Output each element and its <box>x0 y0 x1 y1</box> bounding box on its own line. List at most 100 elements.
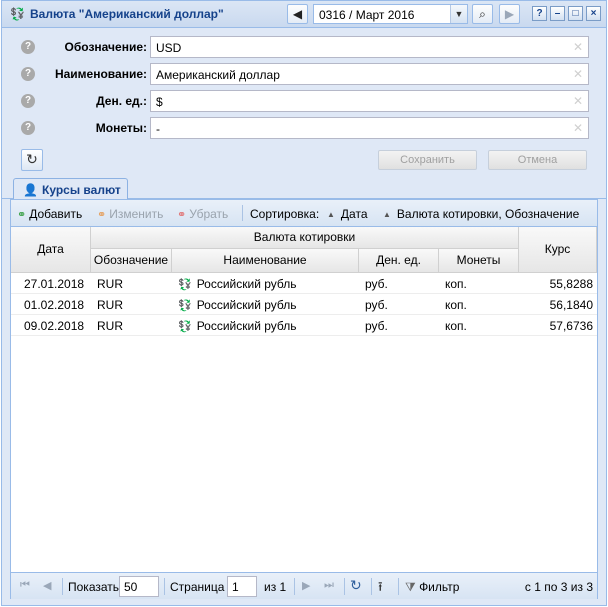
col-header-unit[interactable]: Ден. ед. <box>359 249 439 273</box>
cell-coins: коп. <box>445 319 467 333</box>
table-row[interactable]: 09.02.2018 RUR 💱 Российский рубль руб. ко… <box>11 315 597 336</box>
title-bar: 💱 Валюта "Американский доллар" ◀ 0316 / … <box>2 1 606 28</box>
search-period-button[interactable]: ⌕ <box>472 4 493 24</box>
search-icon: ⌕ <box>479 7 486 21</box>
period-value: 0316 / Март 2016 <box>319 8 415 22</box>
unit-value: $ <box>156 95 163 109</box>
clear-icon[interactable]: ✕ <box>573 94 583 108</box>
cell-unit: руб. <box>365 277 388 291</box>
add-button[interactable]: ⚭ Добавить <box>17 207 82 221</box>
cell-code: RUR <box>97 277 123 291</box>
cell-name: 💱 Российский рубль <box>178 319 297 333</box>
clear-icon[interactable]: ✕ <box>573 121 583 135</box>
col-header-date[interactable]: Дата <box>11 227 91 273</box>
rates-grid-panel: ⚭ Добавить ⚭ Изменить ⚭ Убрать Сортировка: … <box>10 199 598 599</box>
currency-window: 💱 Валюта "Американский доллар" ◀ 0316 / … <box>1 0 607 606</box>
table-row[interactable]: 01.02.2018 RUR 💱 Российский рубль руб. ко… <box>11 294 597 315</box>
col-header-group: Валюта котировки <box>91 227 519 249</box>
close-icon: × <box>590 8 597 19</box>
cell-date: 27.01.2018 <box>24 277 85 291</box>
paging-summary: с 1 по 3 из 3 <box>524 580 593 594</box>
maximize-button[interactable]: □ <box>568 6 583 21</box>
minimize-button[interactable]: – <box>550 6 565 21</box>
paging-separator <box>344 578 345 595</box>
edit-button[interactable]: ⚭ Изменить <box>97 207 163 221</box>
prev-period-button[interactable]: ◀ <box>287 4 308 24</box>
prev-page-icon[interactable]: ◀ <box>43 579 51 592</box>
page-number-input[interactable]: 1 <box>227 576 257 597</box>
page-number-value: 1 <box>232 580 239 594</box>
minimize-icon: – <box>554 8 561 19</box>
currency-icon: 💱 <box>178 321 192 333</box>
code-value: USD <box>156 41 182 55</box>
close-button[interactable]: × <box>586 6 601 21</box>
unit-field[interactable]: $ ✕ <box>150 90 589 112</box>
sort-item-date[interactable]: ▲ Дата <box>327 207 368 221</box>
link-add-icon: ⚭ <box>17 209 27 221</box>
paging-separator <box>294 578 295 595</box>
export-icon[interactable]: ⭱ <box>378 578 383 600</box>
name-value: Американский доллар <box>156 68 280 82</box>
cell-name: 💱 Российский рубль <box>178 277 297 291</box>
cancel-button[interactable]: Отмена <box>488 150 587 170</box>
paging-separator <box>371 578 372 595</box>
help-icon[interactable]: ? <box>21 94 35 108</box>
sort-item-currency[interactable]: ▲ Валюта котировки, Обозначение <box>383 207 579 221</box>
help-icon[interactable]: ? <box>21 40 35 54</box>
refresh-icon: ↻ <box>26 151 38 167</box>
cell-date: 01.02.2018 <box>24 298 85 312</box>
window-title: Валюта "Американский доллар" <box>30 7 224 21</box>
col-header-coins[interactable]: Монеты <box>439 249 519 273</box>
table-row[interactable]: 27.01.2018 RUR 💱 Российский рубль руб. ко… <box>11 273 597 294</box>
currency-icon: 💱 <box>178 279 192 291</box>
next-period-button[interactable]: ▶ <box>499 4 520 24</box>
currency-icon: 💱 <box>178 300 192 312</box>
last-page-icon[interactable]: ⏭ <box>324 579 334 592</box>
page-size-value: 50 <box>124 580 138 594</box>
maximize-icon: □ <box>572 8 579 19</box>
sort-asc-icon: ▲ <box>327 210 335 219</box>
page-count: из 1 <box>264 580 287 594</box>
coins-value: - <box>156 122 160 136</box>
name-field[interactable]: Американский доллар ✕ <box>150 63 589 85</box>
cell-coins: коп. <box>445 277 467 291</box>
cell-rate: 56,1840 <box>549 298 593 312</box>
col-header-code[interactable]: Обозначение <box>91 249 172 273</box>
cell-unit: руб. <box>365 298 388 312</box>
add-label: Добавить <box>29 207 83 221</box>
name-label: Наименование: <box>54 67 147 81</box>
help-icon[interactable]: ? <box>21 67 35 81</box>
first-page-icon[interactable]: ⏮ <box>20 579 30 592</box>
form-row-name: ? Наименование: Американский доллар ✕ <box>2 63 606 85</box>
clear-icon[interactable]: ✕ <box>573 40 583 54</box>
refresh-icon[interactable]: ↻ <box>350 577 362 594</box>
filter-button[interactable]: ⧩ Фильтр <box>405 580 459 595</box>
clear-icon[interactable]: ✕ <box>573 67 583 81</box>
page-size-input[interactable]: 50 <box>119 576 159 597</box>
save-button[interactable]: Сохранить <box>378 150 477 170</box>
code-label: Обозначение: <box>64 40 147 54</box>
coins-label: Монеты: <box>95 121 147 135</box>
cell-code: RUR <box>97 319 123 333</box>
cell-unit: руб. <box>365 319 388 333</box>
form-row-coins: ? Монеты: - ✕ <box>2 117 606 139</box>
paging-toolbar: ⏮ ◀ Показать 50 Страница 1 из 1 ▶ ⏭ ↻ ⭱ … <box>11 572 597 599</box>
refresh-button[interactable]: ↻ <box>21 149 43 171</box>
help-icon[interactable]: ? <box>21 121 35 135</box>
next-page-icon[interactable]: ▶ <box>302 579 310 592</box>
chevron-down-icon[interactable]: ▼ <box>450 5 467 23</box>
col-header-name[interactable]: Наименование <box>172 249 359 273</box>
code-field[interactable]: USD ✕ <box>150 36 589 58</box>
cell-coins: коп. <box>445 298 467 312</box>
link-edit-icon: ⚭ <box>97 209 107 221</box>
form-row-unit: ? Ден. ед.: $ ✕ <box>2 90 606 112</box>
sort-item-date-label: Дата <box>340 207 368 221</box>
col-header-rate[interactable]: Курс <box>519 227 597 273</box>
grid-toolbar: ⚭ Добавить ⚭ Изменить ⚭ Убрать Сортировка: … <box>11 200 597 227</box>
cell-name-text: Российский рубль <box>196 277 297 291</box>
remove-button[interactable]: ⚭ Убрать <box>177 207 228 221</box>
help-button[interactable]: ? <box>532 6 547 21</box>
coins-field[interactable]: - ✕ <box>150 117 589 139</box>
tab-rates[interactable]: 👤 Курсы валют <box>13 178 128 200</box>
period-select[interactable]: 0316 / Март 2016 ▼ <box>313 4 468 24</box>
